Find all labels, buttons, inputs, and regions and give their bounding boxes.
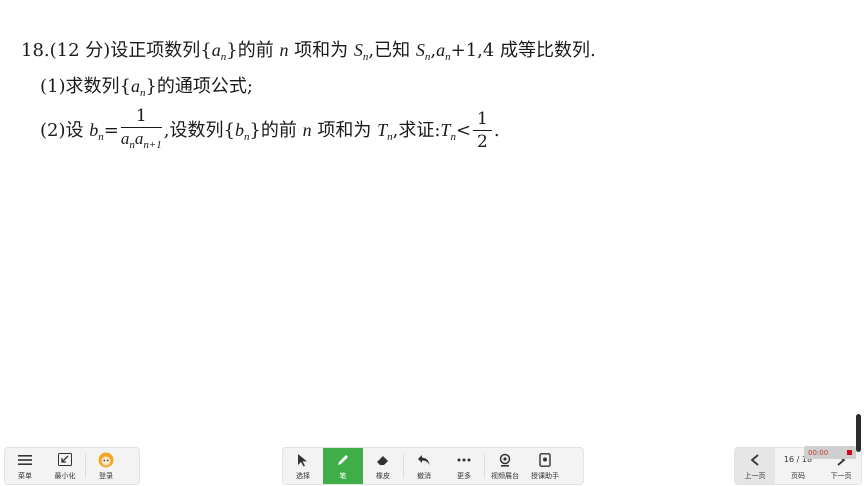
var-n: n [279,40,289,60]
assistant-label: 授课助手 [531,471,559,480]
fraction-numerator: 1 [120,106,162,128]
undo-label: 撤消 [417,471,431,480]
page-label: 页码 [791,471,805,480]
more-button[interactable]: 更多 [444,448,484,484]
part-text: 项和为 [317,120,372,141]
intro-text: +1,4 成等比数列. [450,40,596,61]
pen-label: 笔 [339,471,347,480]
recording-indicator[interactable]: 00:00 [804,446,856,459]
center-toolbar: 选择 笔 橡皮 撤消 更多 视频展台 授课助手 [282,447,584,485]
pen-tool-button[interactable]: 笔 [323,448,363,484]
problem-score: (12 分) [49,40,111,61]
fraction-half: 12 [473,109,492,153]
fraction-bn: 1 anan+1 [120,106,162,156]
avatar-icon [98,452,114,468]
document-canvas: 18.(12 分)设正项数列{an}的前 n 项和为 Sn,已知 Sn,an+1… [0,0,864,440]
video-booth-label: 视频展台 [491,471,519,480]
scrollbar-handle[interactable] [856,414,861,452]
login-label: 登录 [99,471,113,480]
phone-icon [539,452,551,468]
camera-icon [498,452,512,468]
var-S: S [353,40,363,60]
minimize-label: 最小化 [54,471,76,480]
intro-text: }的前 [226,40,274,61]
problem-intro: 18.(12 分)设正项数列{an}的前 n 项和为 Sn,已知 Sn,an+1… [21,36,596,63]
eraser-icon [376,452,390,468]
period: . [493,120,500,141]
teaching-assistant-button[interactable]: 授课助手 [525,448,565,484]
part-text: ,设数列{ [163,120,235,141]
var-b: b [234,120,244,140]
fraction-numerator: 1 [473,109,492,131]
part-text: }的前 [249,120,297,141]
part-label: (1) [40,76,66,97]
var-n: n [302,120,312,140]
undo-button[interactable]: 撤消 [404,448,444,484]
var-T: T [377,120,388,140]
video-booth-button[interactable]: 视频展台 [485,448,525,484]
intro-text: 项和为 [294,40,349,61]
var-a: a [130,76,140,96]
next-page-label: 下一页 [830,471,852,480]
problem-part1: (1)求数列{an}的通项公式; [40,72,253,99]
eraser-label: 橡皮 [376,471,390,480]
subscript: n+1 [143,139,162,151]
eraser-tool-button[interactable]: 橡皮 [363,448,403,484]
menu-button[interactable]: 菜单 [5,448,45,484]
more-icon [457,452,471,468]
part-text: 设 [65,120,84,141]
undo-icon [417,452,431,468]
fraction-denominator: anan+1 [121,128,162,156]
less-than-sign: < [455,120,472,141]
menu-label: 菜单 [18,471,32,480]
record-stop-icon [847,450,852,455]
part-label: (2) [40,120,66,141]
minimize-icon [58,452,72,468]
cursor-icon [297,452,309,468]
part-text: 求数列{ [65,76,131,97]
part-text: }的通项公式; [145,76,253,97]
problem-number: 18. [21,40,50,61]
prev-page-label: 上一页 [744,471,766,480]
var-T: T [440,120,451,140]
prev-page-button[interactable]: 上一页 [735,448,775,484]
equals-sign: = [103,120,119,141]
pen-icon [336,452,350,468]
login-button[interactable]: 登录 [86,448,126,484]
menu-icon [18,452,32,468]
part-text: ,求证: [392,120,441,141]
recording-time: 00:00 [808,448,829,457]
var-S: S [415,40,425,60]
minimize-button[interactable]: 最小化 [45,448,85,484]
left-toolbar: 菜单 最小化 登录 [4,447,140,485]
var-a: a [211,40,221,60]
intro-text: ,已知 [368,40,411,61]
fraction-denominator: 2 [477,132,488,152]
select-tool-button[interactable]: 选择 [283,448,323,484]
select-label: 选择 [296,471,310,480]
var-b: b [89,120,99,140]
intro-text: 设正项数列{ [110,40,212,61]
chevron-left-icon [750,452,760,468]
more-label: 更多 [457,471,471,480]
problem-part2: (2)设 bn= 1 anan+1 ,设数列{bn}的前 n 项和为 Tn,求证:Tn… [40,106,500,156]
var-a: a [436,40,446,60]
